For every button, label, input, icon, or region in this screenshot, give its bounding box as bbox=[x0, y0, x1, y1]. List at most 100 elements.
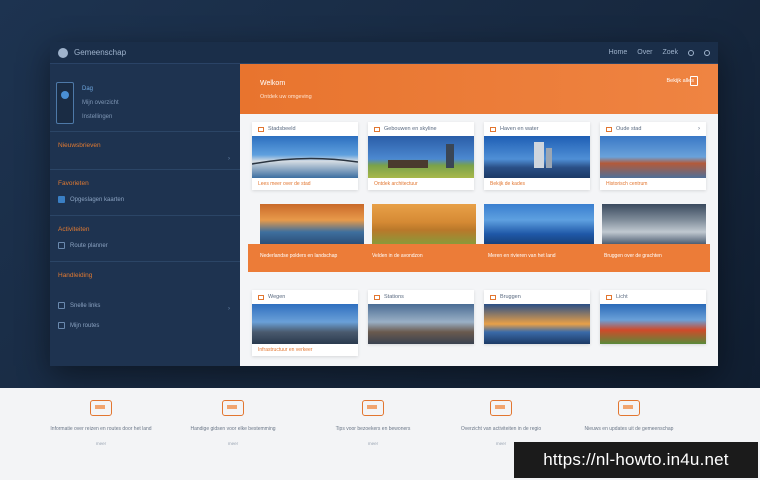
folder-icon bbox=[58, 322, 65, 329]
section-label: Activiteiten bbox=[58, 226, 90, 233]
footer-text: Handige gidsen voor elke bestemming bbox=[190, 426, 276, 432]
url-watermark: https://nl-howto.in4u.net bbox=[514, 442, 758, 478]
sidebar-section-favorites[interactable]: Favorieten Opgeslagen kaarten bbox=[50, 174, 240, 216]
image-icon bbox=[606, 294, 612, 300]
sidebar-item-my-routes[interactable]: Mijn routes bbox=[58, 322, 99, 329]
card-city[interactable]: Stadsbeeld Lees meer over de stad bbox=[252, 122, 358, 190]
profile-greeting: Dag bbox=[82, 86, 94, 92]
image-icon bbox=[258, 294, 264, 300]
nav-about-link[interactable]: Over bbox=[637, 49, 652, 56]
user-icon[interactable] bbox=[688, 49, 694, 56]
card-header: Oude stad › bbox=[600, 122, 706, 136]
footer-text: Overzicht van activiteiten in de regio bbox=[460, 426, 542, 432]
sidebar-item-label: Snelle links bbox=[70, 302, 101, 309]
sidebar-item-saved-maps[interactable]: Opgeslagen kaarten bbox=[58, 196, 124, 203]
card-footer: Infrastructuur en verkeer bbox=[258, 347, 313, 353]
footer-column[interactable]: Tips voor bezoekers en bewoners meer bbox=[318, 400, 428, 446]
app-logo-icon bbox=[58, 47, 68, 58]
card-title: Oude stad bbox=[616, 126, 642, 132]
sidebar-section-newsletters[interactable]: Nieuwsbrieven › bbox=[50, 134, 240, 170]
sidebar-item-label: Mijn routes bbox=[70, 322, 100, 329]
card-image bbox=[252, 136, 358, 178]
bridge-illustration bbox=[252, 157, 358, 165]
sidebar-item-route-planner[interactable]: Route planner bbox=[58, 242, 108, 249]
image-icon bbox=[258, 126, 264, 132]
section-label: Nieuwsbrieven bbox=[58, 142, 101, 149]
photo-fields[interactable] bbox=[372, 204, 476, 244]
image-icon bbox=[490, 294, 496, 300]
app-window: Gemeenschap Home Over Zoek Dag Mijn over… bbox=[50, 42, 718, 366]
footer-column[interactable]: Nieuws en updates uit de gemeenschap mee… bbox=[574, 400, 684, 446]
card-lights[interactable]: Licht bbox=[600, 290, 706, 344]
sidebar: Dag Mijn overzicht Instellingen Nieuwsbr… bbox=[50, 64, 240, 366]
card-footer: Lees meer over de stad bbox=[258, 181, 311, 187]
title-bar: Gemeenschap Home Over Zoek bbox=[50, 42, 718, 64]
sidebar-section-activities[interactable]: Activiteiten Route planner bbox=[50, 220, 240, 262]
caption-text: Velden in de avondzon bbox=[372, 253, 423, 259]
image-icon bbox=[374, 294, 380, 300]
header-banner: Welkom Ontdek uw omgeving Bekijk alles bbox=[240, 64, 718, 114]
window-title: Gemeenschap bbox=[74, 48, 127, 57]
link-icon bbox=[58, 302, 65, 309]
main-content: Welkom Ontdek uw omgeving Bekijk alles S… bbox=[240, 64, 718, 366]
route-icon bbox=[58, 242, 65, 249]
camera-icon bbox=[90, 400, 112, 416]
card-header: Stations bbox=[368, 290, 474, 304]
footer-more-link[interactable]: meer bbox=[46, 441, 156, 446]
photo-lake[interactable] bbox=[484, 204, 594, 244]
footer-more-link[interactable]: meer bbox=[318, 441, 428, 446]
footer-text: Informatie over reizen en routes door he… bbox=[50, 426, 152, 432]
sidebar-profile: Dag Mijn overzicht Instellingen bbox=[50, 72, 240, 132]
sidebar-item-overview[interactable]: Mijn overzicht bbox=[82, 100, 119, 106]
card-title: Haven en water bbox=[500, 126, 539, 132]
card-header: Wegen bbox=[252, 290, 358, 304]
caption-text: Meren en rivieren van het land bbox=[488, 253, 556, 259]
footer-text: Tips voor bezoekers en bewoners bbox=[335, 426, 411, 432]
chevron-right-icon: › bbox=[698, 126, 700, 132]
card-title: Stations bbox=[384, 294, 404, 300]
settings-icon[interactable] bbox=[704, 49, 710, 56]
card-bridges[interactable]: Bruggen bbox=[484, 290, 590, 344]
photo-bridges[interactable] bbox=[602, 204, 706, 244]
page-title: Welkom bbox=[260, 80, 286, 87]
card-old-town[interactable]: Oude stad › Historisch centrum bbox=[600, 122, 706, 190]
card-footer: Historisch centrum bbox=[606, 181, 648, 187]
footer-more-link[interactable]: meer bbox=[178, 441, 288, 446]
card-stations[interactable]: Stations bbox=[368, 290, 474, 344]
section-label: Handleiding bbox=[58, 272, 93, 279]
chevron-right-icon: › bbox=[228, 306, 230, 312]
sidebar-item-quick-links[interactable]: Snelle links bbox=[58, 302, 100, 309]
nav-search-link[interactable]: Zoek bbox=[662, 49, 678, 56]
section-label: Favorieten bbox=[58, 180, 89, 187]
skyline-illustration bbox=[388, 144, 454, 168]
document-icon bbox=[222, 400, 244, 416]
footer-column[interactable]: Handige gidsen voor elke bestemming meer bbox=[178, 400, 288, 446]
caption-text: Nederlandse polders en landschap bbox=[260, 253, 338, 259]
window-controls: Home Over Zoek bbox=[609, 49, 710, 56]
card-image bbox=[252, 304, 358, 344]
card-footer: Ontdek architectuur bbox=[374, 181, 418, 187]
sidebar-section-guide[interactable]: Handleiding Snelle links Mijn routes › bbox=[50, 266, 240, 362]
card-image bbox=[368, 304, 474, 344]
sidebar-item-settings[interactable]: Instellingen bbox=[82, 114, 112, 120]
card-image bbox=[484, 304, 590, 344]
bookmark-icon[interactable] bbox=[690, 76, 698, 86]
card-image bbox=[368, 136, 474, 178]
sidebar-item-label: Opgeslagen kaarten bbox=[70, 196, 125, 203]
image-icon bbox=[490, 126, 496, 132]
card-harbor[interactable]: Haven en water Bekijk de kades bbox=[484, 122, 590, 190]
card-roads[interactable]: Wegen Infrastructuur en verkeer bbox=[252, 290, 358, 356]
card-title: Gebouwen en skyline bbox=[384, 126, 437, 132]
map-icon bbox=[58, 196, 65, 203]
footer-column[interactable]: Informatie over reizen en routes door he… bbox=[46, 400, 156, 446]
photo-polder[interactable] bbox=[260, 204, 364, 244]
footer-column[interactable]: Overzicht van activiteiten in de regio m… bbox=[446, 400, 556, 446]
nav-home-link[interactable]: Home bbox=[609, 49, 628, 56]
card-header: Haven en water bbox=[484, 122, 590, 136]
chart-icon bbox=[618, 400, 640, 416]
card-buildings[interactable]: Gebouwen en skyline Ontdek architectuur bbox=[368, 122, 474, 190]
card-header: Licht bbox=[600, 290, 706, 304]
page-subtitle: Ontdek uw omgeving bbox=[260, 94, 312, 100]
card-title: Wegen bbox=[268, 294, 286, 300]
sidebar-item-label: Route planner bbox=[70, 242, 108, 249]
